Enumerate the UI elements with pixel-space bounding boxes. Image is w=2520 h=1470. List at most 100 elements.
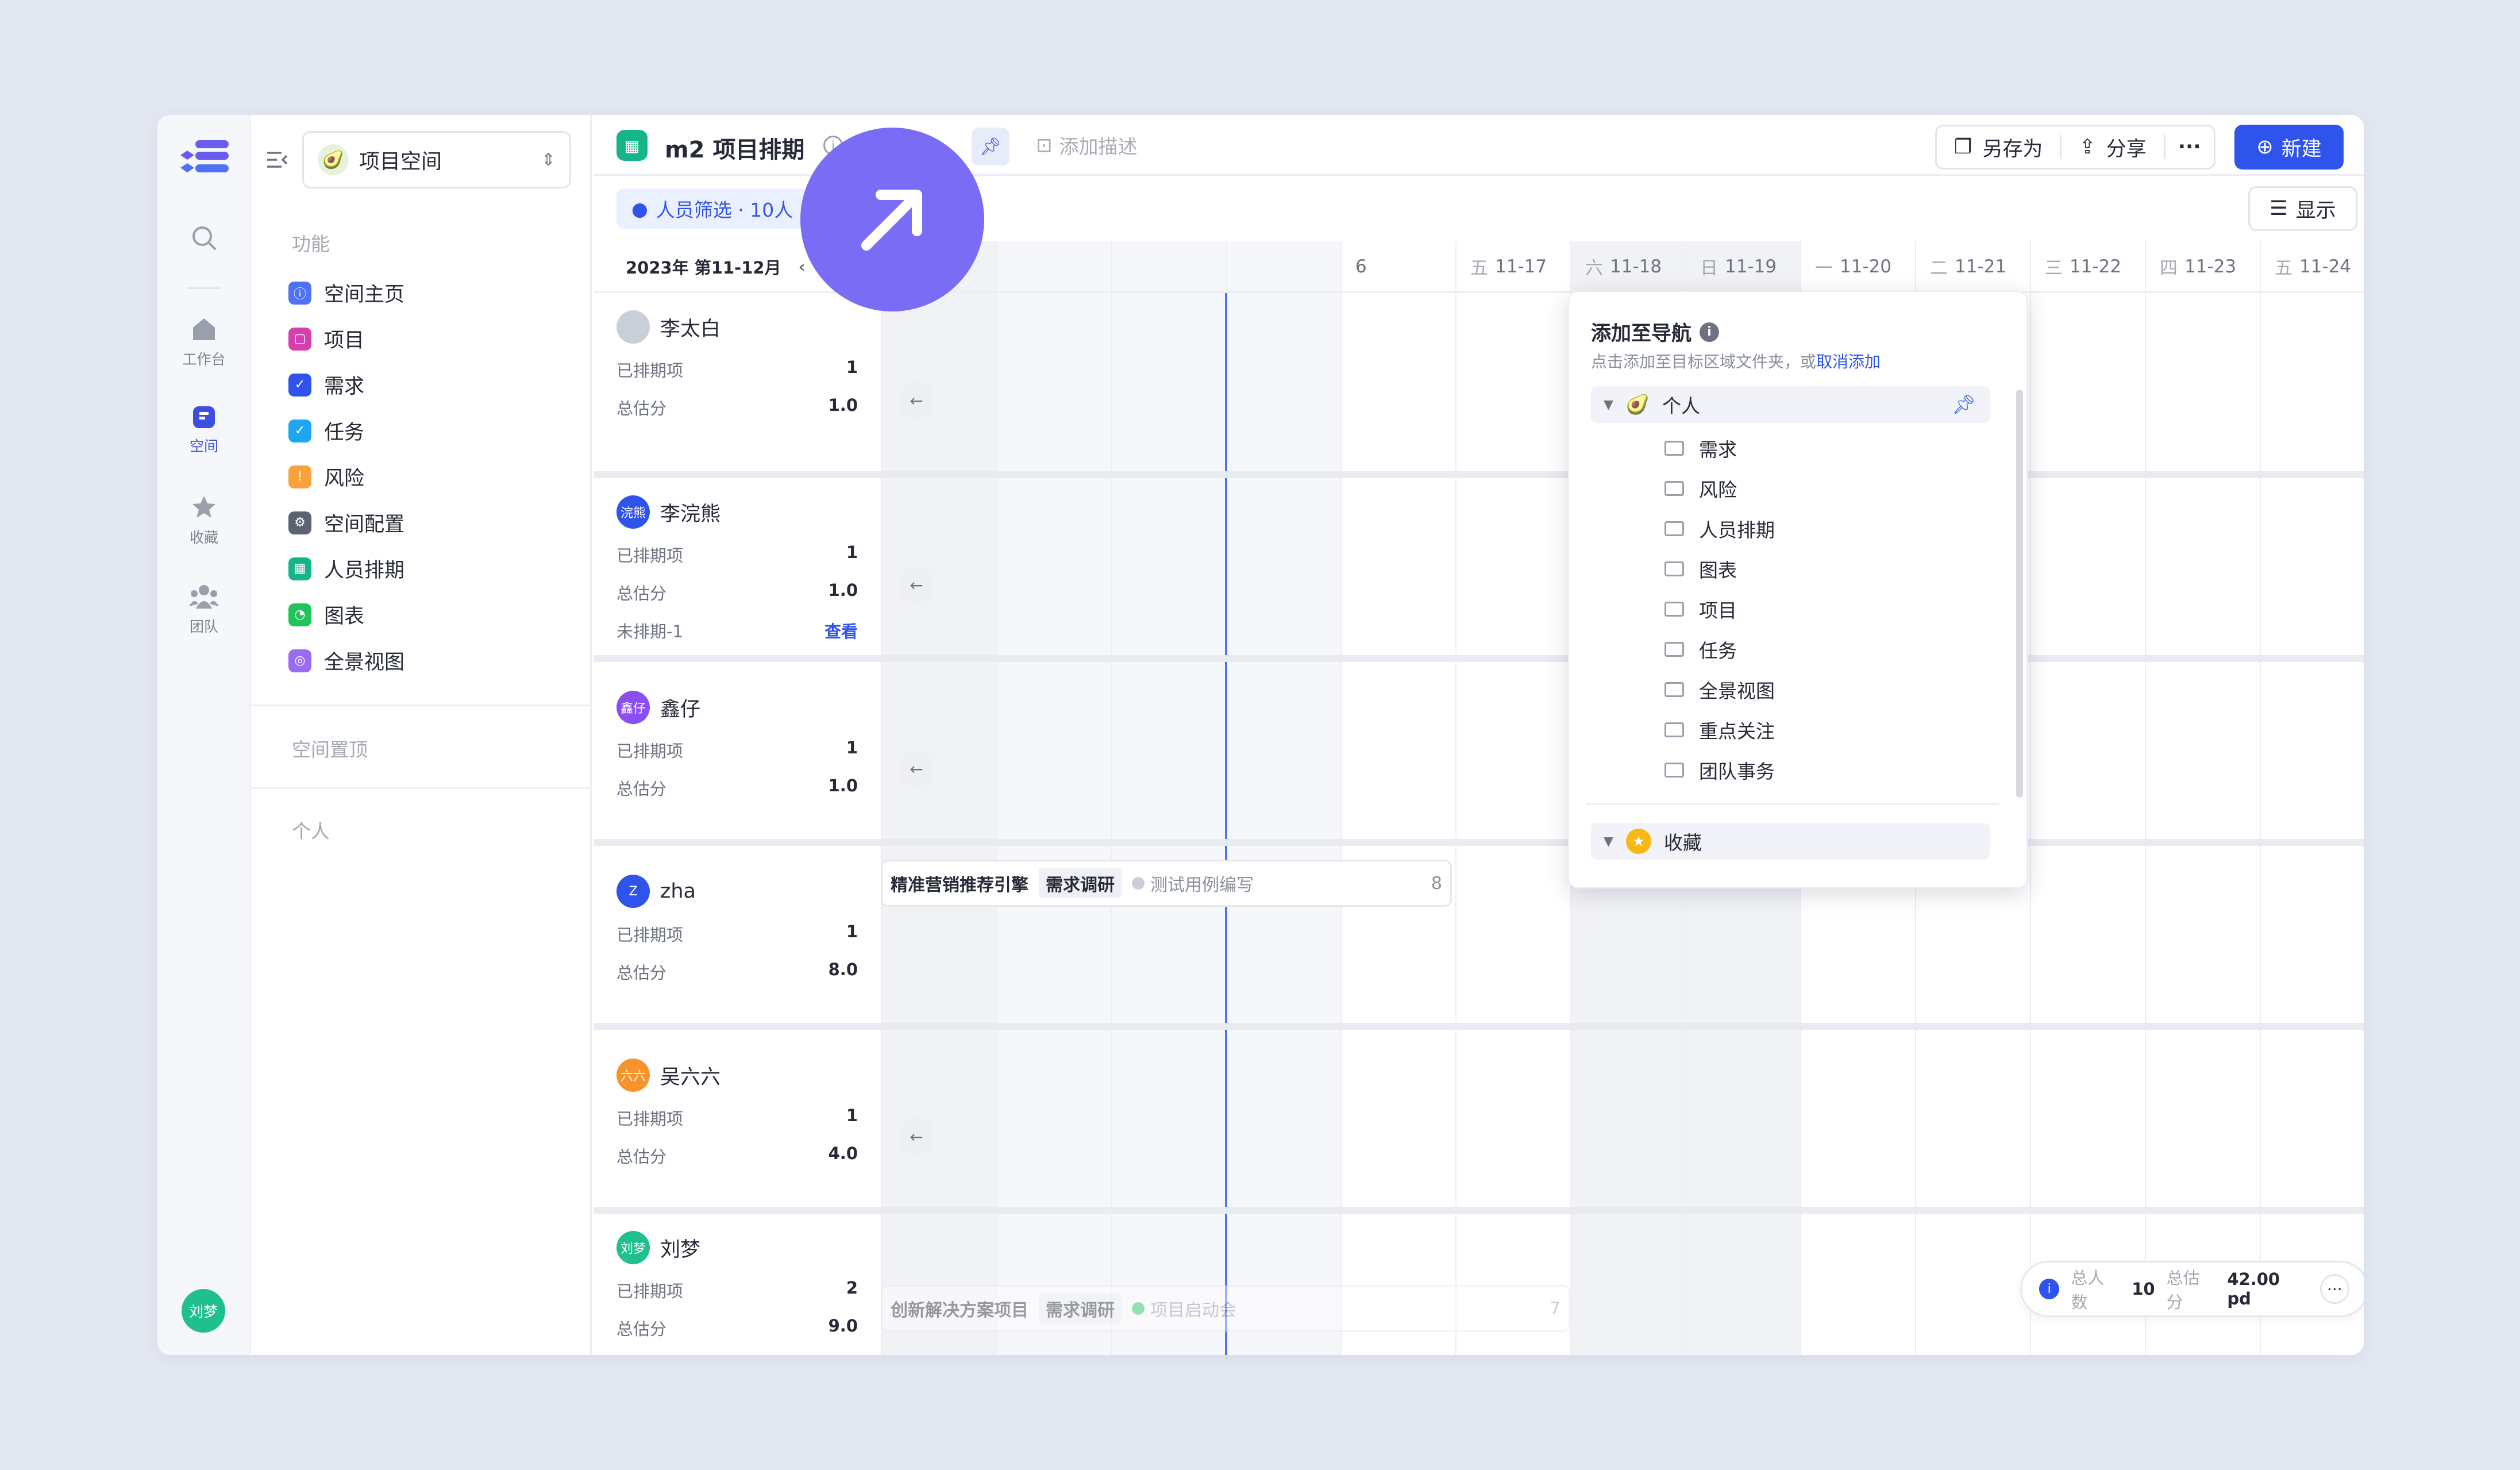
more-button[interactable]: ···	[2165, 126, 2214, 168]
plus-circle-icon: ⊕	[2256, 136, 2274, 159]
person-row: 浣熊 李浣熊 已排期项 1 总估分 1.0 未排期-1 查看	[594, 478, 881, 655]
rail-space[interactable]: 空间	[157, 405, 251, 456]
person-name[interactable]: 刘梦	[660, 1233, 700, 1263]
nav-item-project[interactable]: ▢ 项目	[288, 324, 364, 353]
info-icon[interactable]: i	[1700, 322, 1720, 342]
person-name[interactable]: zha	[660, 880, 696, 903]
prev-week-icon[interactable]: ‹	[799, 257, 806, 276]
task-count: 7	[1549, 1298, 1560, 1319]
person-row: 刘梦 刘梦 已排期项 2 总估分 9.0	[594, 1214, 881, 1355]
add-description-button[interactable]: ⊡ 添加描述	[1036, 131, 1138, 159]
collapse-sidebar-icon[interactable]	[265, 148, 288, 174]
rail-search[interactable]	[157, 224, 251, 254]
user-avatar[interactable]: 刘梦	[182, 1289, 225, 1333]
avatar: 鑫仔	[616, 691, 650, 724]
home-icon	[193, 318, 215, 340]
rail-favorites[interactable]: 收藏	[157, 494, 251, 547]
folder-item[interactable]: 需求	[1664, 434, 1737, 462]
display-label: 显示	[2295, 199, 2336, 222]
rail-workbench[interactable]: 工作台	[157, 316, 251, 369]
day-column: 五 11-17	[1455, 241, 1571, 1355]
save-as-button[interactable]: ❐ 另存为	[1937, 126, 2060, 168]
scroll-to-task-button[interactable]: ←	[898, 382, 935, 419]
folder-item[interactable]: 项目	[1664, 595, 1737, 623]
task-bar[interactable]: 精准营销推荐引擎 需求调研 测试用例编写 8	[881, 860, 1452, 907]
page-title[interactable]: m2 项目排期	[665, 131, 804, 164]
task-subitem: 项目启动会	[1150, 1300, 1236, 1321]
nav-item-chart[interactable]: ◔ 图表	[288, 600, 364, 629]
tree-node-personal[interactable]: ▼ 🥑 个人 📌︎	[1591, 386, 1990, 423]
nav-item-people-schedule[interactable]: ▦ 人员排期	[288, 554, 404, 583]
person-name[interactable]: 李太白	[660, 313, 720, 342]
copy-icon: ❐	[1954, 136, 1972, 159]
nav-label: 项目	[324, 329, 365, 352]
more-options-button[interactable]: ···	[2319, 1274, 2349, 1304]
display-settings-button[interactable]: ☰ 显示	[2248, 186, 2357, 231]
row-separator	[594, 471, 2364, 478]
nav-item-space-home[interactable]: ⓘ 空间主页	[288, 278, 404, 307]
day-header: 一 11-20	[1801, 241, 1916, 293]
nav-item-task[interactable]: ✓ 任务	[288, 416, 364, 445]
space-sidebar: 🥑 项目空间 ⇕ 功能 ⓘ 空间主页 ▢ 项目 ✓ 需求 ✓ 任务 ! 风险 ⚙ 空间配置 …	[251, 115, 592, 1355]
person-name[interactable]: 鑫仔	[660, 693, 700, 722]
folder-icon	[1664, 642, 1684, 657]
nav-label: 全景视图	[324, 651, 405, 674]
folder-item[interactable]: 图表	[1664, 555, 1737, 583]
arrow-left-icon: ←	[910, 759, 923, 779]
folder-item[interactable]: 风险	[1664, 475, 1737, 502]
star-icon	[192, 496, 215, 518]
task-title: 创新解决方案项目	[891, 1300, 1028, 1321]
pin-icon[interactable]: 📌︎	[1952, 393, 1976, 416]
tree-node-favorites[interactable]: ▼ ★ 收藏	[1591, 823, 1990, 860]
task-bar[interactable]: 创新解决方案项目 需求调研 项目启动会 7	[881, 1285, 1570, 1332]
folder-item[interactable]: 全景视图	[1664, 676, 1775, 703]
cancel-add-link[interactable]: 取消添加	[1816, 352, 1881, 371]
nav-item-risk[interactable]: ! 风险	[288, 462, 364, 491]
nav-divider	[251, 705, 592, 706]
week-label: 2023年 第11-12月	[626, 257, 781, 278]
avatar	[616, 310, 650, 344]
nav-item-requirement[interactable]: ✓ 需求	[288, 370, 364, 399]
scroll-to-task-button[interactable]: ←	[898, 1118, 935, 1155]
avatar: 六六	[616, 1059, 650, 1092]
new-button[interactable]: ⊕ 新建	[2234, 125, 2344, 170]
folder-icon	[1664, 521, 1684, 536]
nav-item-space-config[interactable]: ⚙ 空间配置	[288, 508, 404, 537]
popover-scrollbar[interactable]	[2016, 390, 2023, 798]
nav-item-panorama[interactable]: ◎ 全景视图	[288, 646, 404, 675]
status-dot	[1132, 1302, 1145, 1315]
caret-down-icon: ▼	[1604, 834, 1613, 849]
scroll-to-task-button[interactable]: ←	[898, 567, 935, 603]
panorama-icon: ◎	[288, 649, 311, 672]
folder-item[interactable]: 任务	[1664, 636, 1737, 663]
app-logo-icon[interactable]	[179, 140, 229, 180]
today-line	[1225, 293, 1227, 1355]
space-selector[interactable]: 🥑 项目空间 ⇕	[302, 131, 571, 188]
new-label: 新建	[2281, 137, 2322, 161]
rail-label-space: 空间	[189, 438, 218, 455]
folder-item[interactable]: 重点关注	[1664, 716, 1775, 744]
folder-item[interactable]: 团队事务	[1664, 756, 1775, 784]
scroll-to-task-button[interactable]: ←	[898, 751, 935, 787]
day-column: 6	[1340, 241, 1456, 1355]
share-button[interactable]: ⇪ 分享	[2062, 126, 2163, 168]
person-row: 六六 吴六六 已排期项 1 总估分 4.0	[594, 1030, 881, 1207]
risk-icon: !	[288, 465, 311, 488]
day-header: 四 11-23	[2146, 241, 2261, 293]
space-name: 项目空间	[359, 150, 442, 174]
rail-team[interactable]: 团队	[157, 583, 251, 636]
summary-count-label: 总人数	[2071, 1268, 2105, 1312]
people-filter-chip[interactable]: ● 人员筛选 · 10人	[616, 188, 808, 229]
nav-label: 空间主页	[324, 283, 405, 306]
pin-to-nav-button[interactable]: 📌︎	[972, 128, 1009, 166]
person-name[interactable]: 李浣熊	[660, 498, 720, 527]
view-unscheduled-link[interactable]: 查看	[824, 618, 858, 642]
popover-divider	[1586, 803, 1999, 805]
row-separator	[594, 1023, 2364, 1030]
schedule-view-icon: ▦	[616, 130, 648, 161]
folder-item[interactable]: 人员排期	[1664, 515, 1775, 542]
arrow-left-icon: ←	[910, 575, 923, 595]
nav-divider	[251, 787, 592, 789]
person-name[interactable]: 吴六六	[660, 1061, 720, 1090]
team-icon	[189, 585, 219, 609]
